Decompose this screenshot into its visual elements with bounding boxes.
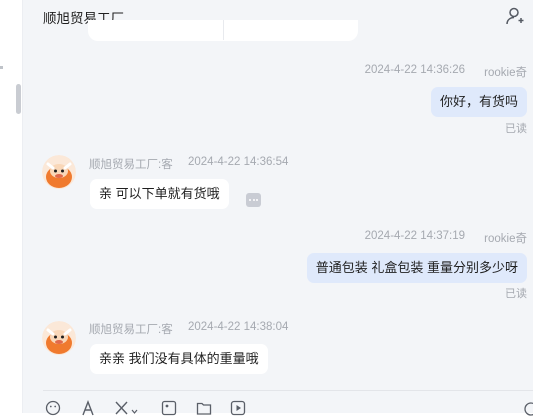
chat-panel: 顺旭贸易工厂 2024-4-22 14:36:26 rookie奇 你好，有货吗… [23, 0, 533, 416]
input-divider [43, 390, 533, 391]
conversation-list-scrollbar[interactable] [16, 84, 21, 114]
shop-avatar-icon [42, 155, 76, 189]
message-sender: rookie奇 [484, 233, 527, 245]
image-icon[interactable] [161, 400, 177, 416]
previous-message-divider [223, 20, 224, 40]
message-bubble-outgoing[interactable]: 你好，有货吗 [430, 87, 527, 117]
message-time: 2024-4-22 14:37:19 [364, 230, 465, 242]
message-sender: 顺旭贸易工厂:客 [89, 324, 173, 336]
message-time: 2024-4-22 14:36:26 [364, 64, 465, 76]
read-status: 已读 [505, 288, 527, 300]
folder-icon[interactable] [196, 400, 212, 416]
shop-avatar-icon [42, 321, 76, 355]
contact-profile-icon[interactable] [505, 6, 525, 26]
history-icon[interactable] [523, 400, 533, 416]
avatar[interactable] [42, 155, 76, 189]
message-bubble-incoming[interactable]: 亲亲 我们没有具体的重量哦 [90, 344, 268, 374]
emoji-icon[interactable] [45, 400, 61, 416]
message-more-icon[interactable] [246, 193, 261, 207]
list-marker [0, 66, 3, 69]
video-icon[interactable] [230, 400, 246, 416]
message-sender: 顺旭贸易工厂:客 [89, 159, 173, 171]
read-status: 已读 [505, 123, 527, 135]
avatar[interactable] [42, 321, 76, 355]
scissors-icon[interactable] [114, 400, 138, 416]
message-sender: rookie奇 [484, 67, 527, 79]
message-time: 2024-4-22 14:36:54 [188, 156, 289, 168]
message-bubble-incoming[interactable]: 亲 可以下单就有货哦 [90, 179, 229, 209]
message-time: 2024-4-22 14:38:04 [188, 321, 289, 333]
message-bubble-outgoing[interactable]: 普通包装 礼盒包装 重量分别多少呀 [306, 253, 527, 283]
conversation-list-edge [0, 0, 23, 413]
font-icon[interactable] [80, 400, 96, 416]
